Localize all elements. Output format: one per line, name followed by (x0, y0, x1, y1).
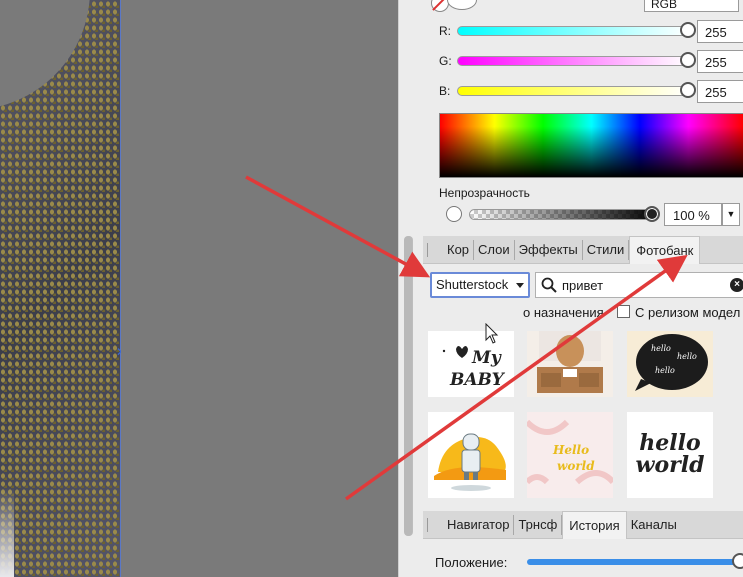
red-channel-row: R: 255 (439, 20, 743, 44)
stock-thumbnail-hello-bubble[interactable]: hello hello hello (627, 331, 713, 397)
tab-transform[interactable]: Трнсф (514, 514, 563, 535)
svg-text:hello: hello (651, 344, 671, 353)
bottom-panel-tabs: Навигатор Трнсф История Каналы (423, 510, 743, 539)
opacity-value-input[interactable]: 100 % (664, 203, 722, 226)
stock-thumbnail-vanity-girl[interactable] (527, 331, 613, 397)
blue-slider[interactable] (457, 86, 689, 96)
blue-label: B: (439, 84, 451, 98)
opacity-dropdown-chevron-down-icon[interactable]: ▼ (722, 203, 740, 226)
photobank-search-input[interactable]: привет × (535, 272, 743, 298)
tab-color[interactable]: Кор (443, 239, 475, 260)
tab-channels[interactable]: Каналы (627, 515, 681, 535)
svg-text:hello: hello (677, 352, 697, 361)
color-mode-select[interactable]: RGB (644, 0, 739, 12)
red-slider[interactable] (457, 26, 689, 36)
search-query-text: привет (562, 278, 604, 293)
red-label: R: (439, 24, 451, 38)
tab-layers[interactable]: Слои (474, 239, 515, 260)
tab-history[interactable]: История (562, 510, 627, 539)
position-slider[interactable] (527, 559, 739, 565)
tab-navigator[interactable]: Навигатор (443, 514, 515, 535)
top-panel-tabs: Кор Слои Эффекты Стили Фотобанк (423, 235, 743, 264)
green-slider[interactable] (457, 56, 689, 66)
robot-sun-illustration (434, 433, 506, 491)
canvas-image[interactable] (0, 0, 121, 577)
right-panel: RGB R: 255 G: 255 B: 255 Непрозрачность … (398, 0, 743, 577)
transparent-swatch[interactable] (446, 206, 462, 222)
position-label: Положение: (435, 555, 508, 570)
model-release-label[interactable]: С релизом модел (635, 305, 740, 320)
svg-text:hello: hello (655, 366, 675, 375)
vanity-girl-illustration (527, 331, 613, 397)
green-value-input[interactable]: 255 (697, 50, 743, 73)
blue-slider-knob[interactable] (680, 82, 696, 98)
stock-thumbnail-hello-world-pink[interactable]: Hello world (527, 412, 613, 498)
blue-value-input[interactable]: 255 (697, 80, 743, 103)
red-value-input[interactable]: 255 (697, 20, 743, 43)
opacity-label: Непрозрачность (439, 186, 530, 200)
search-icon (541, 277, 557, 293)
chevron-down-icon (516, 283, 524, 288)
fill-color-swatch[interactable] (447, 0, 477, 10)
panel-grip-icon[interactable] (427, 242, 429, 257)
position-slider-knob[interactable] (732, 553, 743, 569)
hello-world-pink-lettering: Hello world (527, 412, 613, 498)
color-spectrum-picker[interactable] (439, 113, 743, 178)
stock-source-select[interactable]: Shutterstock (430, 272, 530, 298)
hello-speech-bubble-image: hello hello hello (627, 331, 713, 397)
tab-styles[interactable]: Стили (583, 239, 630, 260)
stock-thumbnail-robot[interactable] (428, 412, 514, 498)
mouse-cursor-icon (485, 323, 499, 344)
workspace-background (121, 0, 398, 577)
tab-photobank[interactable]: Фотобанк (629, 235, 701, 264)
hello-world-lettering: hello world (635, 430, 705, 478)
panel-grip-icon[interactable] (427, 517, 429, 532)
opacity-slider-knob[interactable] (644, 206, 660, 222)
red-slider-knob[interactable] (680, 22, 696, 38)
svg-text:Hello: Hello (552, 443, 589, 457)
tab-effects[interactable]: Эффекты (515, 239, 583, 260)
stock-source-label: Shutterstock (436, 277, 509, 292)
green-label: G: (439, 54, 452, 68)
clear-search-icon[interactable]: × (730, 278, 743, 292)
photobank-filters: о назначения С релизом модел (423, 301, 743, 323)
svg-text:BABY: BABY (449, 370, 506, 390)
canvas-scrollbar[interactable] (404, 236, 412, 536)
green-slider-knob[interactable] (680, 52, 696, 68)
green-channel-row: G: 255 (439, 50, 743, 74)
svg-text:My: My (471, 348, 502, 368)
blue-channel-row: B: 255 (439, 80, 743, 104)
stock-thumbnail-my-baby[interactable]: My BABY (428, 331, 514, 397)
filter-purpose-label[interactable]: о назначения (523, 305, 604, 320)
svg-text:world: world (557, 459, 595, 473)
opacity-slider[interactable] (469, 209, 659, 220)
model-release-checkbox[interactable] (617, 305, 630, 318)
my-baby-lettering-image: My BABY (442, 346, 506, 390)
stock-thumbnail-hello-world[interactable]: hello world (627, 412, 713, 498)
